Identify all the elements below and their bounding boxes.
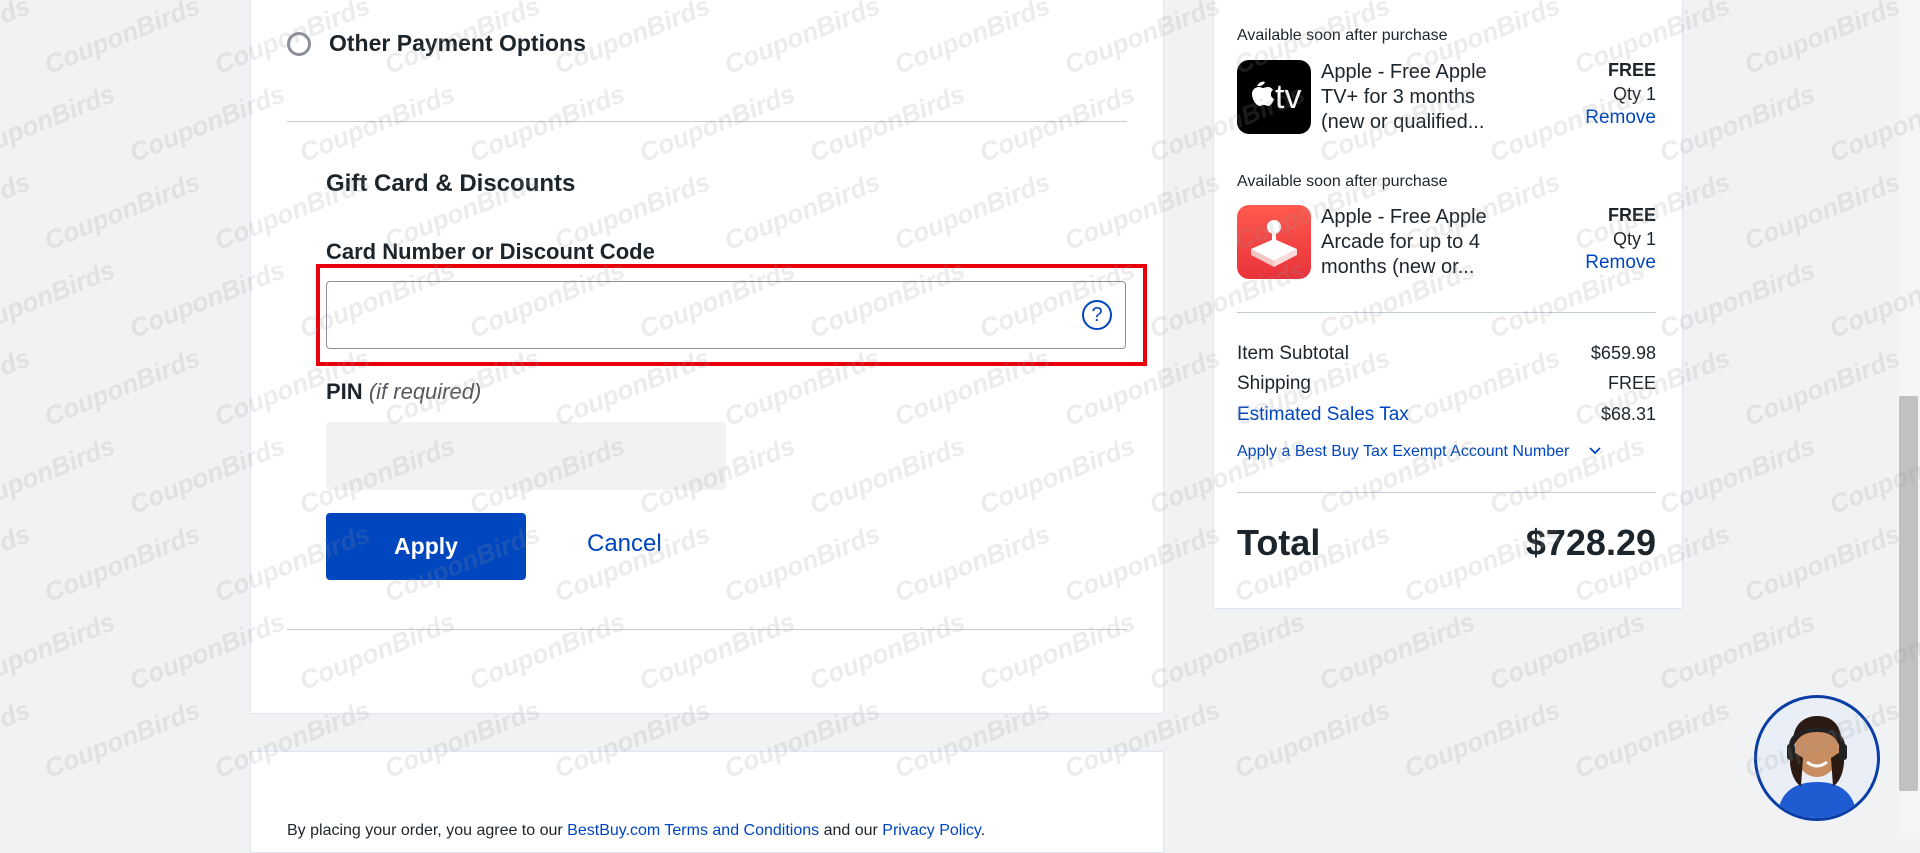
estimated-tax-value: $68.31: [1500, 404, 1656, 425]
watermark-text: CouponBirds: [1570, 694, 1734, 784]
product-name: Apple - Free Apple Arcade for up to 4 mo…: [1321, 205, 1511, 280]
estimated-tax-link[interactable]: Estimated Sales Tax: [1237, 404, 1409, 426]
chevron-down-icon: [1588, 443, 1602, 461]
remove-link[interactable]: Remove: [1560, 252, 1656, 274]
watermark-text: CouponBirds: [0, 694, 34, 784]
highlight-box: [316, 264, 1147, 366]
pin-optional-text: (if required): [369, 379, 481, 404]
watermark-text: CouponBirds: [1655, 606, 1819, 696]
privacy-link[interactable]: Privacy Policy: [882, 822, 980, 839]
item-subtotal-label: Item Subtotal: [1237, 343, 1349, 365]
availability-text: Available soon after purchase: [1237, 173, 1448, 191]
apple-tv-icon: tv: [1237, 60, 1311, 134]
total-label: Total: [1237, 522, 1320, 564]
other-payment-label[interactable]: Other Payment Options: [329, 30, 586, 57]
gift-card-title: Gift Card & Discounts: [326, 170, 575, 198]
watermark-text: CouponBirds: [1315, 606, 1479, 696]
legal-suffix: .: [981, 822, 985, 839]
watermark-text: CouponBirds: [40, 166, 204, 256]
tile-tv-text: tv: [1275, 78, 1301, 117]
watermark-text: CouponBirds: [1400, 694, 1564, 784]
shipping-label: Shipping: [1237, 373, 1311, 395]
tax-exempt-label: Apply a Best Buy Tax Exempt Account Numb…: [1237, 443, 1569, 460]
product-price: FREE: [1560, 60, 1656, 81]
card-number-label: Card Number or Discount Code: [326, 239, 655, 265]
divider: [1237, 312, 1656, 313]
total-value: $728.29: [1456, 522, 1656, 564]
watermark-text: CouponBirds: [0, 518, 34, 608]
watermark-text: CouponBirds: [0, 166, 34, 256]
chat-agent-avatar[interactable]: [1754, 695, 1880, 821]
apply-button[interactable]: Apply: [326, 513, 526, 580]
help-icon[interactable]: ?: [1082, 300, 1112, 330]
watermark-text: CouponBirds: [0, 430, 119, 520]
watermark-text: CouponBirds: [40, 518, 204, 608]
product-qty: Qty 1: [1560, 229, 1656, 250]
watermark-text: CouponBirds: [0, 342, 34, 432]
apple-arcade-icon: [1237, 205, 1311, 279]
watermark-text: CouponBirds: [1740, 166, 1904, 256]
watermark-text: CouponBirds: [0, 254, 119, 344]
pin-input[interactable]: [326, 422, 726, 490]
watermark-text: CouponBirds: [40, 342, 204, 432]
pin-label: PIN (if required): [326, 379, 481, 405]
watermark-text: CouponBirds: [1485, 606, 1649, 696]
watermark-text: CouponBirds: [1145, 606, 1309, 696]
product-qty: Qty 1: [1560, 84, 1656, 105]
divider: [1237, 492, 1656, 493]
watermark-text: CouponBirds: [0, 606, 119, 696]
watermark-text: CouponBirds: [0, 0, 34, 81]
legal-agreement: By placing your order, you agree to our …: [287, 822, 985, 840]
watermark-text: CouponBirds: [1230, 694, 1394, 784]
watermark-text: CouponBirds: [1740, 342, 1904, 432]
other-payment-radio[interactable]: [287, 32, 311, 56]
watermark-text: CouponBirds: [40, 0, 204, 81]
watermark-text: CouponBirds: [40, 694, 204, 784]
pin-label-text: PIN: [326, 379, 363, 404]
terms-link[interactable]: BestBuy.com Terms and Conditions: [567, 822, 819, 839]
watermark-text: CouponBirds: [1740, 518, 1904, 608]
scrollbar-thumb[interactable]: [1899, 396, 1918, 791]
remove-link[interactable]: Remove: [1560, 107, 1656, 129]
divider: [287, 629, 1127, 630]
tax-exempt-link[interactable]: Apply a Best Buy Tax Exempt Account Numb…: [1237, 443, 1602, 461]
availability-text: Available soon after purchase: [1237, 27, 1448, 45]
cancel-link[interactable]: Cancel: [587, 530, 662, 558]
product-price: FREE: [1560, 205, 1656, 226]
watermark-text: CouponBirds: [0, 78, 119, 168]
item-subtotal-value: $659.98: [1500, 343, 1656, 364]
shipping-value: FREE: [1500, 373, 1656, 394]
legal-middle: and our: [819, 822, 882, 839]
divider: [287, 121, 1127, 122]
legal-prefix: By placing your order, you agree to our: [287, 822, 567, 839]
product-name: Apple - Free Apple TV+ for 3 months (new…: [1321, 60, 1511, 135]
watermark-text: CouponBirds: [1740, 0, 1904, 81]
